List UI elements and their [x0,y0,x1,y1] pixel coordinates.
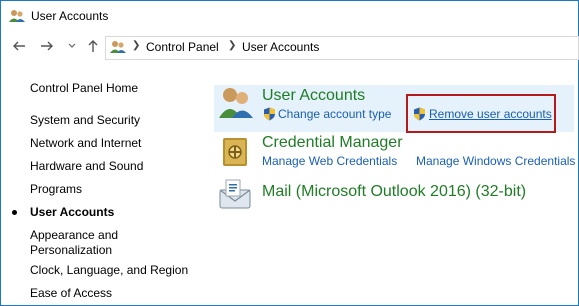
sidebar-item-clock-language-region[interactable]: Clock, Language, and Region [30,263,188,277]
credential-manager-icon[interactable] [219,136,251,173]
category-title-user-accounts[interactable]: User Accounts [262,87,365,105]
sidebar-item-ease-of-access[interactable]: Ease of Access [30,286,112,300]
title-bar: User Accounts [1,1,578,32]
sidebar-item-system-and-security[interactable]: System and Security [30,113,140,127]
sidebar-item-appearance-line1[interactable]: Appearance and [30,228,118,242]
manage-windows-credentials-link[interactable]: Manage Windows Credentials [416,154,575,168]
mail-icon[interactable] [218,178,252,215]
address-bar[interactable]: ❯ Control Panel ❯ User Accounts [105,36,579,60]
annotation-highlight-box [406,94,556,133]
category-title-mail[interactable]: Mail (Microsoft Outlook 2016) (32-bit) [262,183,526,201]
navigation-bar: ❯ Control Panel ❯ User Accounts [1,32,579,64]
change-account-type-link[interactable]: Change account type [278,107,391,121]
sidebar-item-programs[interactable]: Programs [30,182,82,196]
sidebar-item-hardware-and-sound[interactable]: Hardware and Sound [30,159,143,173]
back-arrow-icon[interactable] [11,39,27,55]
chevron-right-icon[interactable]: ❯ [228,40,236,51]
window-title: User Accounts [31,9,109,23]
current-item-bullet [12,210,17,215]
recent-locations-chevron-down-icon[interactable] [64,39,80,55]
user-accounts-icon [9,9,25,23]
sidebar-item-network-and-internet[interactable]: Network and Internet [30,136,141,150]
user-accounts-icon[interactable] [218,86,254,125]
sidebar-item-control-panel-home[interactable]: Control Panel Home [30,81,138,95]
sidebar-item-user-accounts: User Accounts [30,205,115,219]
chevron-right-icon[interactable]: ❯ [132,40,140,51]
up-arrow-icon[interactable] [85,39,101,55]
sidebar-item-appearance-line2[interactable]: Personalization [30,243,112,257]
breadcrumb-user-accounts[interactable]: User Accounts [242,40,319,54]
window: User Accounts ❯ Control Panel ❯ User Acc… [0,0,579,306]
breadcrumb-control-panel[interactable]: Control Panel [146,40,219,54]
uac-shield-icon [263,107,276,121]
manage-web-credentials-link[interactable]: Manage Web Credentials [262,154,397,168]
forward-arrow-icon[interactable] [39,39,55,55]
user-accounts-icon [110,40,126,54]
category-title-credential-manager[interactable]: Credential Manager [262,134,403,152]
